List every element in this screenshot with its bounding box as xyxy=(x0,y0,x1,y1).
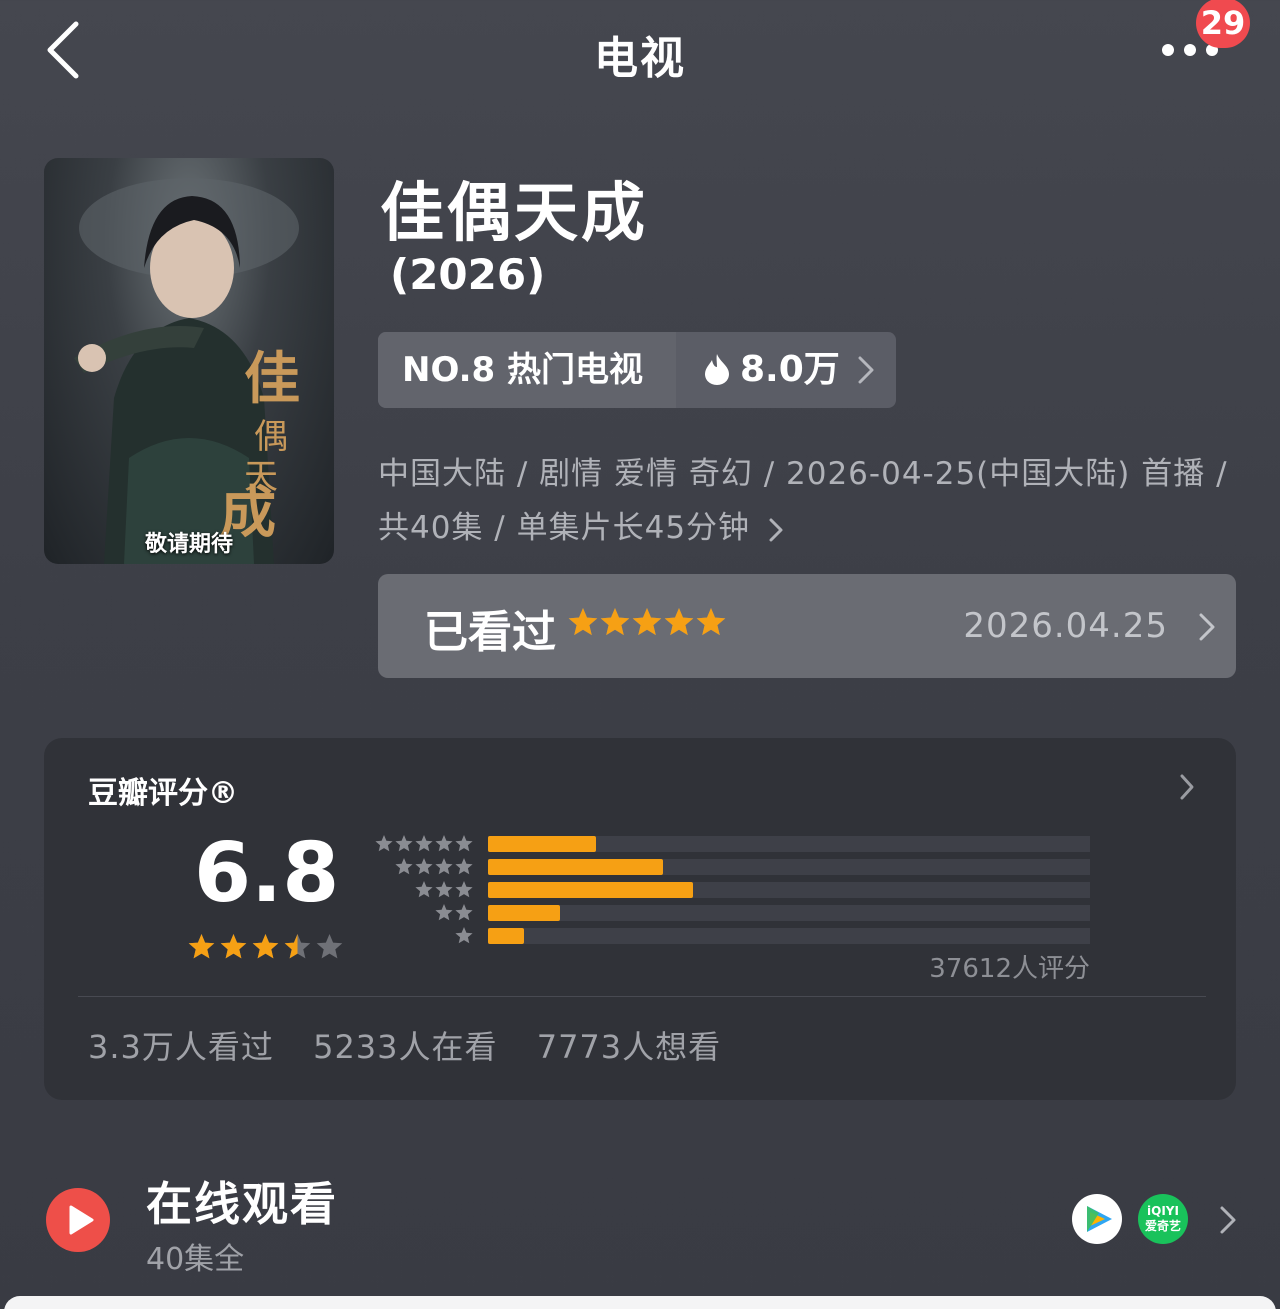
star-icon xyxy=(415,858,433,875)
hot-count: 8.0万 xyxy=(740,349,840,390)
meta-line-2: 共40集 / 单集片长45分钟 xyxy=(378,510,751,546)
dist-star-label-4 xyxy=(395,858,473,875)
star-icon xyxy=(455,881,473,898)
play-triangle xyxy=(69,1205,94,1235)
star-icon xyxy=(455,858,473,875)
tencent-video-icon[interactable] xyxy=(1072,1194,1122,1244)
rating-score: 6.8 xyxy=(194,826,340,921)
watched-date: 2026.04.25 xyxy=(963,606,1168,646)
iqiyi-label-top: iQIYI xyxy=(1147,1204,1179,1218)
user-rating-stars xyxy=(568,608,726,636)
divider xyxy=(78,996,1206,997)
dist-star-label-5 xyxy=(375,835,473,852)
star-icon xyxy=(435,904,453,921)
dist-bar-track xyxy=(488,928,1090,944)
rating-stats: 3.3万人看过 5233人在看 7773人想看 xyxy=(88,1022,749,1068)
more-dots-icon xyxy=(1162,44,1174,56)
chevron-right-icon xyxy=(1180,774,1194,800)
star-icon xyxy=(415,835,433,852)
star-icon xyxy=(395,835,413,852)
dist-bar-track xyxy=(488,905,1090,921)
watching-count: 5233人在看 xyxy=(313,1028,498,1066)
wish-count: 7773人想看 xyxy=(536,1028,722,1066)
dist-bar-5-star xyxy=(488,836,596,852)
online-watch-title[interactable]: 在线观看 xyxy=(146,1168,338,1234)
star-filled-icon xyxy=(600,608,630,636)
star-icon xyxy=(375,835,393,852)
dist-bar-2-star xyxy=(488,905,560,921)
star-icon xyxy=(316,934,343,959)
iqiyi-icon[interactable]: iQIYI 爱奇艺 xyxy=(1138,1194,1188,1244)
rank-label: NO.8 热门电视 xyxy=(378,332,676,408)
dist-bar-3-star xyxy=(488,882,693,898)
online-watch-subtitle: 40集全 xyxy=(146,1242,245,1277)
poster-image[interactable]: 佳 偶 天 成 敬请期待 xyxy=(44,158,334,564)
rank-pill[interactable]: NO.8 热门电视 8.0万 xyxy=(378,332,896,408)
chevron-right-icon xyxy=(1199,613,1215,641)
poster-caption: 敬请期待 xyxy=(144,532,233,557)
svg-text:佳: 佳 xyxy=(244,346,300,412)
dist-star-label-3 xyxy=(415,881,473,898)
star-icon xyxy=(435,858,453,875)
star-filled-icon xyxy=(696,608,726,636)
poster-artwork: 佳 偶 天 成 xyxy=(74,178,300,564)
dist-bar-track xyxy=(488,882,1090,898)
star-icon xyxy=(435,835,453,852)
star-icon xyxy=(455,904,473,921)
star-icon xyxy=(435,881,453,898)
page-title: 电视 xyxy=(594,33,686,84)
star-icon xyxy=(455,927,473,944)
bottom-sheet xyxy=(4,1296,1276,1309)
douban-rating-card[interactable]: 豆瓣评分® 6.8 37612人评分 3.3万人看过 5233人在看 7773人… xyxy=(44,738,1236,1100)
score-stars xyxy=(188,934,343,959)
play-icon[interactable] xyxy=(46,1188,110,1252)
star-filled-icon xyxy=(568,608,598,636)
notification-badge: 29 xyxy=(1196,0,1250,48)
star-filled-icon xyxy=(188,934,215,959)
dist-bar-4-star xyxy=(488,859,663,875)
star-icon xyxy=(415,881,433,898)
show-title: 佳偶天成 xyxy=(380,177,648,251)
meta-line-1: 中国大陆 / 剧情 爱情 奇幻 / 2026-04-25(中国大陆) 首播 / xyxy=(378,456,1228,492)
star-icon xyxy=(395,858,413,875)
watched-status-bar[interactable]: 已看过 2026.04.25 xyxy=(378,574,1236,678)
star-filled-icon xyxy=(252,934,279,959)
star-filled-icon xyxy=(664,608,694,636)
watched-count: 3.3万人看过 xyxy=(88,1028,274,1066)
dist-star-label-1 xyxy=(455,927,473,944)
dist-star-label-2 xyxy=(435,904,473,921)
chevron-right-icon xyxy=(858,356,874,384)
tencent-video-logo xyxy=(1087,1206,1112,1232)
chevron-right-icon xyxy=(769,518,783,541)
hot-count-button[interactable]: 8.0万 xyxy=(676,332,896,408)
star-filled-icon xyxy=(220,934,247,959)
watched-label: 已看过 xyxy=(424,607,556,658)
svg-text:偶: 偶 xyxy=(254,417,288,457)
meta-line-2-row[interactable]: 共40集 / 单集片长45分钟 xyxy=(378,502,785,547)
iqiyi-label-bottom: 爱奇艺 xyxy=(1144,1219,1181,1233)
star-icon xyxy=(455,835,473,852)
chevron-right-icon[interactable] xyxy=(1218,1204,1238,1236)
rating-heading: 豆瓣评分® xyxy=(88,776,238,811)
dist-bar-1-star xyxy=(488,928,524,944)
flame-icon xyxy=(705,354,729,385)
star-filled-icon xyxy=(632,608,662,636)
show-year: (2026) xyxy=(390,250,546,299)
rater-count: 37612人评分 xyxy=(929,954,1090,984)
dist-bar-track xyxy=(488,836,1090,852)
more-dot xyxy=(1184,44,1196,56)
dist-bar-track xyxy=(488,859,1090,875)
